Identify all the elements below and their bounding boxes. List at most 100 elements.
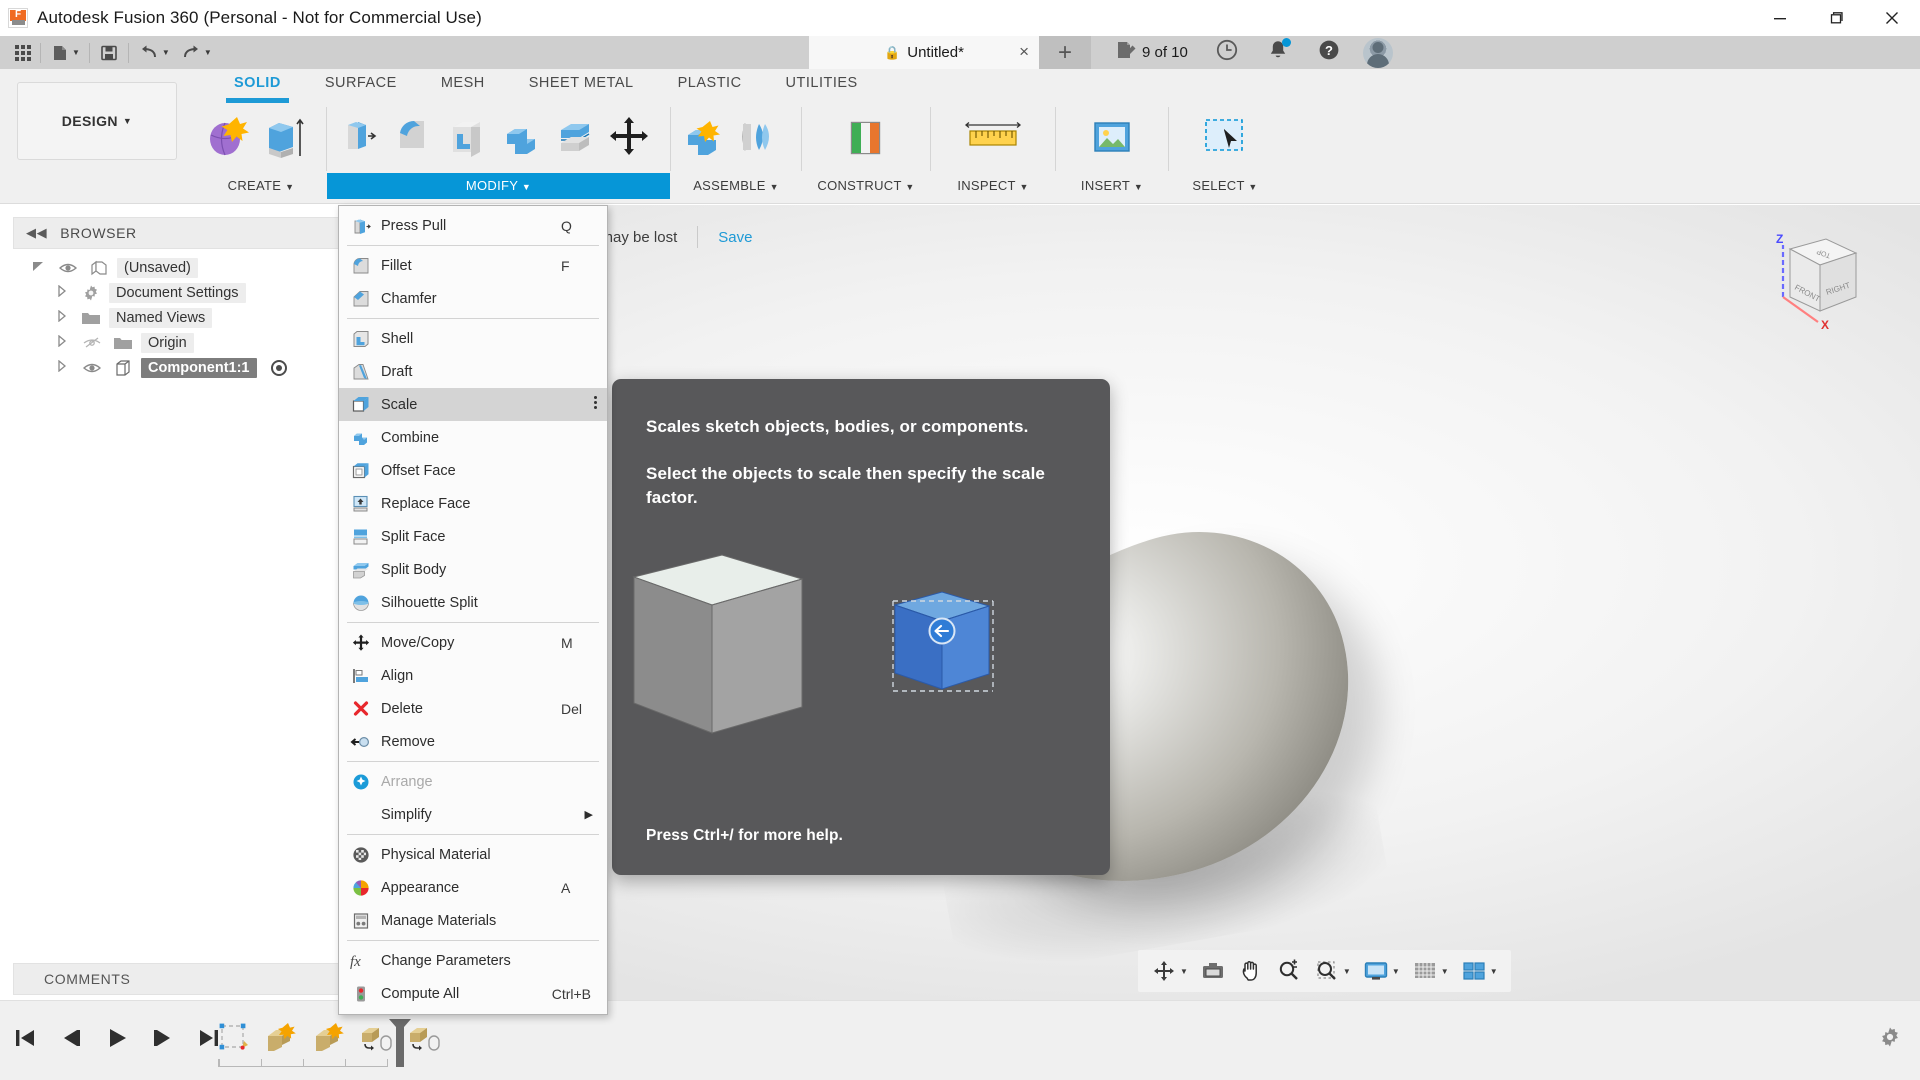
menu-item-silhouette-split[interactable]: Silhouette Split: [339, 586, 607, 619]
ribbon-panel-label-modify[interactable]: MODIFY ▼: [327, 173, 670, 199]
menu-item-shell[interactable]: Shell: [339, 322, 607, 355]
ribbon-panel-label-insert[interactable]: INSERT ▼: [1056, 173, 1168, 199]
tree-row-unsaved[interactable]: (Unsaved): [13, 255, 353, 280]
chevron-down-icon[interactable]: ▼: [162, 48, 170, 57]
menu-item-physical-material[interactable]: Physical Material: [339, 838, 607, 871]
viewports-icon[interactable]: ▼: [1456, 954, 1503, 988]
close-icon[interactable]: ×: [1019, 43, 1029, 61]
ribbon-tab-solid[interactable]: SOLID: [212, 69, 303, 97]
visibility-hidden-icon[interactable]: [79, 336, 105, 350]
extrude-feature-icon[interactable]: [261, 1019, 301, 1057]
fillet-ribbon-icon[interactable]: [387, 109, 439, 165]
history-button[interactable]: [1201, 37, 1253, 68]
zoom-window-icon[interactable]: ▼: [1309, 954, 1356, 988]
display-settings-icon[interactable]: ▼: [1358, 954, 1405, 988]
shell-ribbon-icon[interactable]: [441, 109, 493, 165]
save-link[interactable]: Save: [718, 229, 752, 246]
menu-item-manage-materials[interactable]: Manage Materials: [339, 904, 607, 937]
collapse-arrow-icon[interactable]: [51, 285, 73, 300]
chevron-down-icon[interactable]: ▼: [1343, 967, 1351, 976]
joint-icon[interactable]: [731, 109, 783, 165]
job-status-button[interactable]: 9 of 10: [1101, 39, 1201, 66]
visibility-eye-icon[interactable]: [79, 361, 105, 375]
menu-item-scale[interactable]: Scale: [339, 388, 607, 421]
chevron-down-icon[interactable]: ▼: [204, 48, 212, 57]
pan-hand-icon[interactable]: [1233, 954, 1269, 988]
chevron-down-icon[interactable]: ▼: [1392, 967, 1400, 976]
expand-arrow-icon[interactable]: [27, 259, 49, 276]
menu-item-fillet[interactable]: Fillet F: [339, 249, 607, 282]
ribbon-panel-label-construct[interactable]: CONSTRUCT ▼: [802, 173, 930, 199]
new-component-icon[interactable]: [677, 109, 729, 165]
ribbon-panel-label-assemble[interactable]: ASSEMBLE ▼: [671, 173, 801, 199]
help-button[interactable]: ?: [1303, 37, 1355, 68]
chevron-down-icon[interactable]: ▼: [1441, 967, 1449, 976]
menu-item-offset-face[interactable]: Offset Face: [339, 454, 607, 487]
ribbon-panel-label-select[interactable]: SELECT ▼: [1169, 173, 1281, 199]
ribbon-tab-mesh[interactable]: MESH: [419, 69, 507, 97]
chevron-down-icon[interactable]: ▼: [1180, 967, 1188, 976]
timeline-settings-icon[interactable]: [1878, 1025, 1902, 1054]
menu-item-replace-face[interactable]: Replace Face: [339, 487, 607, 520]
play-icon[interactable]: [102, 1023, 132, 1053]
menu-item-remove[interactable]: Remove: [339, 725, 607, 758]
menu-item-delete[interactable]: Delete Del: [339, 692, 607, 725]
create-extrude-icon[interactable]: [256, 109, 308, 165]
workspace-selector[interactable]: DESIGN ▼: [17, 82, 177, 160]
collapse-left-icon[interactable]: ◀◀: [26, 225, 47, 241]
orbit-icon[interactable]: ▼: [1146, 954, 1193, 988]
collapse-arrow-icon[interactable]: [51, 360, 73, 375]
menu-item-draft[interactable]: Draft: [339, 355, 607, 388]
move-copy-ribbon-icon[interactable]: [603, 109, 655, 165]
measure-icon[interactable]: [958, 109, 1028, 165]
menu-item-split-face[interactable]: Split Face: [339, 520, 607, 553]
zoom-icon[interactable]: [1271, 954, 1307, 988]
menu-item-align[interactable]: Align: [339, 659, 607, 692]
view-cube[interactable]: TOP FRONT RIGHT Z X: [1752, 223, 1872, 343]
tree-row-origin[interactable]: Origin: [13, 330, 353, 355]
tree-row-named-views[interactable]: Named Views: [13, 305, 353, 330]
press-pull-ribbon-icon[interactable]: [333, 109, 385, 165]
ribbon-tab-plastic[interactable]: PLASTIC: [656, 69, 764, 97]
new-file-icon[interactable]: ▼: [45, 39, 85, 67]
menu-item-split-body[interactable]: Split Body: [339, 553, 607, 586]
menu-item-move-copy[interactable]: Move/Copy M: [339, 626, 607, 659]
visibility-eye-icon[interactable]: [55, 261, 81, 275]
activate-component-radio[interactable]: [271, 360, 287, 376]
create-sketch-icon[interactable]: [202, 109, 254, 165]
menu-item-simplify[interactable]: Simplify ▶: [339, 798, 607, 831]
maximize-icon[interactable]: [1808, 0, 1864, 36]
grid-snaps-icon[interactable]: ▼: [1407, 954, 1454, 988]
undo-icon[interactable]: ▼: [133, 39, 175, 67]
step-forward-icon[interactable]: [148, 1023, 178, 1053]
redo-icon[interactable]: ▼: [175, 39, 217, 67]
notifications-button[interactable]: [1253, 38, 1303, 67]
step-back-icon[interactable]: [56, 1023, 86, 1053]
collapse-arrow-icon[interactable]: [51, 335, 73, 350]
menu-item-press-pull[interactable]: Press Pull Q: [339, 209, 607, 242]
ribbon-panel-label-create[interactable]: CREATE ▼: [196, 173, 326, 199]
document-tab-untitled[interactable]: 🔒 Untitled* ×: [809, 36, 1039, 69]
new-tab-button[interactable]: +: [1039, 36, 1091, 69]
ribbon-tab-sheet-metal[interactable]: SHEET METAL: [507, 69, 656, 97]
timeline-end-marker[interactable]: [385, 1017, 415, 1074]
chevron-down-icon[interactable]: ▼: [72, 48, 80, 57]
select-tool-icon[interactable]: [1194, 109, 1256, 165]
minimize-icon[interactable]: [1752, 0, 1808, 36]
overflow-menu-icon[interactable]: [594, 396, 597, 409]
extrude-feature-icon[interactable]: [309, 1019, 349, 1057]
tree-row-document-settings[interactable]: Document Settings: [13, 280, 353, 305]
user-avatar[interactable]: [1363, 38, 1393, 68]
ribbon-tab-surface[interactable]: SURFACE: [303, 69, 419, 97]
collapse-arrow-icon[interactable]: [51, 310, 73, 325]
ribbon-tab-utilities[interactable]: UTILITIES: [764, 69, 880, 97]
menu-item-compute-all[interactable]: Compute All Ctrl+B: [339, 977, 607, 1010]
menu-item-appearance[interactable]: Appearance A: [339, 871, 607, 904]
app-grid-icon[interactable]: [10, 39, 36, 67]
close-icon[interactable]: [1864, 0, 1920, 36]
menu-item-change-parameters[interactable]: fx Change Parameters: [339, 944, 607, 977]
insert-mcmaster-icon[interactable]: [1081, 109, 1143, 165]
menu-item-combine[interactable]: Combine: [339, 421, 607, 454]
menu-item-chamfer[interactable]: Chamfer: [339, 282, 607, 315]
sketch-feature-icon[interactable]: [213, 1019, 253, 1057]
